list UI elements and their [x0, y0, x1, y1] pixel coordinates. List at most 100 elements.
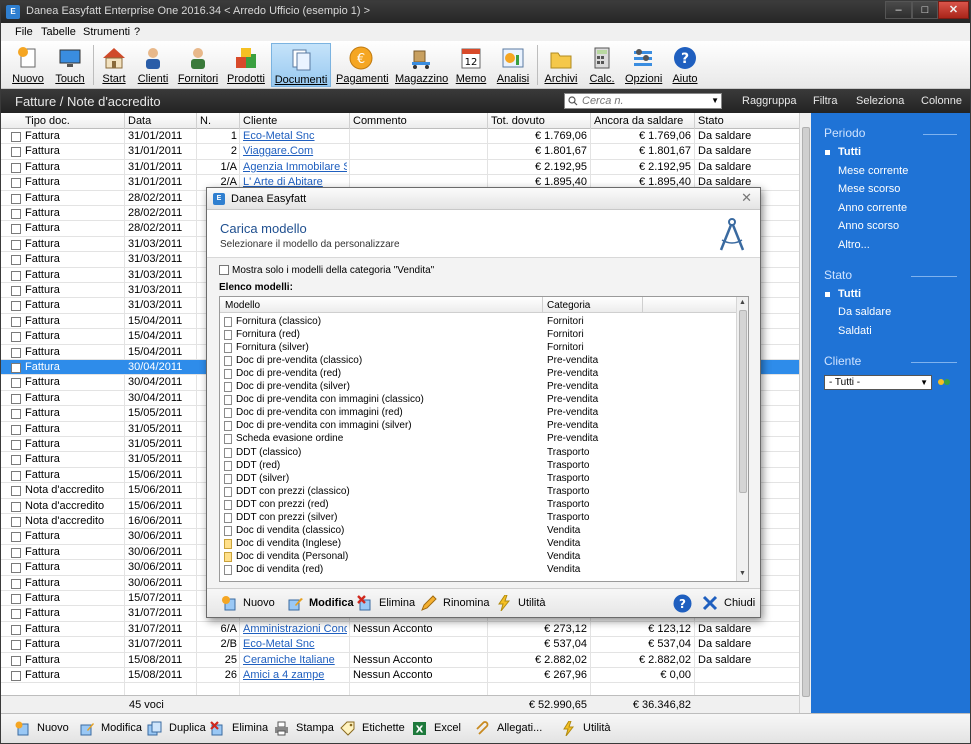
close-button[interactable]: ✕	[938, 1, 969, 19]
list-item[interactable]: DDT con prezzi (red) Trasporto	[220, 499, 736, 512]
dialog-close-icon[interactable]: ✕	[741, 190, 752, 206]
row-checkbox[interactable]	[11, 270, 21, 281]
list-item[interactable]: Doc di pre-vendita (red) Pre-vendita	[220, 368, 736, 381]
bottom-modifica-button[interactable]: Modifica	[79, 720, 143, 738]
action-filtra[interactable]: Filtra	[813, 95, 837, 107]
menu-tabelle[interactable]: Tabelle	[41, 26, 76, 38]
list-item[interactable]: Doc di pre-vendita con immagini (silver)…	[220, 420, 736, 433]
row-checkbox[interactable]	[11, 409, 21, 420]
cell-cliente[interactable]: Eco-Metal Snc	[243, 638, 347, 650]
col-data[interactable]: Data	[128, 115, 151, 127]
apply-filter-icon[interactable]	[938, 378, 950, 386]
list-item[interactable]: Doc di pre-vendita (classico) Pre-vendita	[220, 355, 736, 368]
chevron-down-icon[interactable]: ▼	[711, 96, 719, 105]
action-raggruppa[interactable]: Raggruppa	[742, 95, 796, 107]
toolbar-magazzino-button[interactable]: Magazzino	[395, 43, 448, 87]
toolbar-fornitori-button[interactable]: Fornitori	[177, 43, 219, 87]
table-row[interactable]: Fattura 15/08/2011 26 Amici a 4 zampe Nessun…	[1, 668, 799, 684]
row-checkbox[interactable]	[11, 147, 21, 158]
scroll-down-icon[interactable]: ▼	[739, 570, 746, 577]
vendita-filter-checkbox[interactable]	[219, 265, 229, 275]
toolbar-archivi-button[interactable]: Archivi	[543, 43, 579, 87]
table-row[interactable]: Fattura 31/07/2011 2/B Eco-Metal Snc € 537,0…	[1, 637, 799, 653]
row-checkbox[interactable]	[11, 193, 21, 204]
toolbar-pagamenti-button[interactable]: € Pagamenti	[336, 43, 389, 87]
col-ancora-da-saldare[interactable]: Ancora da saldare	[594, 115, 683, 127]
table-row[interactable]: Fattura 15/08/2011 25 Ceramiche Italiane Nes…	[1, 653, 799, 668]
list-item[interactable]: Doc di pre-vendita con immagini (classic…	[220, 394, 736, 407]
list-item[interactable]: DDT (red) Trasporto	[220, 460, 736, 473]
row-checkbox[interactable]	[11, 547, 21, 558]
periodo-anno-scorso[interactable]: Anno scorso	[838, 220, 899, 232]
list-item[interactable]: DDT (silver) Trasporto	[220, 473, 736, 486]
toolbar-nuovo-button[interactable]: Nuovo	[9, 43, 47, 87]
col-cliente[interactable]: Cliente	[243, 115, 277, 127]
dialog-chiudi-button[interactable]: Chiudi	[702, 595, 755, 613]
row-checkbox[interactable]	[11, 486, 21, 497]
dialog-nuovo-button[interactable]: Nuovo	[221, 595, 279, 613]
stato-tutti[interactable]: Tutti	[838, 288, 861, 300]
stato-da-saldare[interactable]: Da saldare	[838, 306, 891, 318]
dialog-elimina-button[interactable]: Elimina	[357, 595, 415, 613]
periodo-tutti[interactable]: Tutti	[838, 146, 861, 158]
scrollbar-thumb[interactable]	[739, 310, 747, 493]
dialog-modifica-button[interactable]: Modifica	[287, 595, 354, 613]
list-item[interactable]: Doc di vendita (Inglese) Vendita	[220, 538, 736, 551]
action-seleziona[interactable]: Seleziona	[856, 95, 904, 107]
row-checkbox[interactable]	[11, 255, 21, 266]
table-row[interactable]: Fattura 31/01/2011 2 Viaggare.Com € 1.801,67…	[1, 144, 799, 160]
row-checkbox[interactable]	[11, 286, 21, 296]
row-checkbox[interactable]	[11, 671, 21, 681]
row-checkbox[interactable]	[11, 332, 21, 343]
row-checkbox[interactable]	[11, 470, 21, 481]
list-item[interactable]: Doc di pre-vendita con immagini (red) Pre…	[220, 407, 736, 420]
minimize-button[interactable]: –	[885, 1, 912, 19]
toolbar-documenti-button[interactable]: Documenti	[271, 43, 331, 87]
maximize-button[interactable]: □	[912, 1, 938, 19]
row-checkbox[interactable]	[11, 501, 21, 512]
row-checkbox[interactable]	[11, 655, 21, 666]
cell-cliente[interactable]: Agenzia Immobilare Spazi	[243, 161, 347, 173]
col-numero[interactable]: N.	[200, 115, 211, 127]
list-item[interactable]: Fornitura (silver) Fornitori	[220, 342, 736, 355]
cell-cliente[interactable]: Amministrazioni Condomir	[243, 623, 347, 635]
scroll-up-icon[interactable]: ▲	[739, 299, 746, 306]
action-colonne[interactable]: Colonne	[921, 95, 962, 107]
row-checkbox[interactable]	[11, 178, 21, 189]
bottom-allegati-button[interactable]: Allegati...	[475, 720, 551, 738]
bottom-utilita-button[interactable]: Utilità	[561, 720, 617, 738]
table-row[interactable]: Fattura 31/01/2011 1 Eco-Metal Snc € 1.769,0…	[1, 129, 799, 145]
list-item[interactable]: DDT con prezzi (silver) Trasporto	[220, 512, 736, 525]
bottom-duplica-button[interactable]: Duplica	[147, 720, 207, 738]
menu-file[interactable]: File	[15, 26, 33, 38]
toolbar-memo-button[interactable]: 12 Memo	[455, 43, 487, 87]
table-row[interactable]: Fattura 31/01/2011 1/A Agenzia Immobilare S…	[1, 160, 799, 176]
cell-cliente[interactable]: Amici a 4 zampe	[243, 669, 347, 681]
models-list-scrollbar[interactable]: ▲ ▼	[736, 297, 748, 581]
col-modello[interactable]: Modello	[225, 300, 260, 311]
toolbar-start-button[interactable]: Start	[98, 43, 130, 87]
search-box[interactable]: ▼	[564, 93, 722, 109]
cell-cliente[interactable]: Ceramiche Italiane	[243, 654, 347, 666]
list-item[interactable]: Fornitura (classico) Fornitori	[220, 316, 736, 329]
stato-saldati[interactable]: Saldati	[838, 325, 872, 337]
row-checkbox[interactable]	[11, 440, 21, 450]
list-item[interactable]: Doc di vendita (red) Vendita	[220, 564, 736, 577]
row-checkbox[interactable]	[11, 424, 21, 435]
row-checkbox[interactable]	[11, 563, 21, 574]
bottom-elimina-button[interactable]: Elimina	[210, 720, 268, 738]
row-checkbox[interactable]	[11, 624, 21, 635]
col-categoria[interactable]: Categoria	[547, 300, 590, 311]
search-input[interactable]	[582, 94, 707, 108]
row-checkbox[interactable]	[11, 517, 21, 527]
bottom-nuovo-button[interactable]: Nuovo	[15, 720, 71, 738]
bottom-excel-button[interactable]: X Excel	[412, 720, 461, 738]
row-checkbox[interactable]	[11, 594, 21, 604]
list-item[interactable]: Doc di vendita (classico) Vendita	[220, 525, 736, 538]
menu-help[interactable]: ?	[134, 26, 140, 38]
row-checkbox[interactable]	[11, 640, 21, 651]
toolbar-clienti-button[interactable]: Clienti	[135, 43, 171, 87]
row-checkbox[interactable]	[11, 301, 21, 312]
list-item[interactable]: DDT con prezzi (classico) Trasporto	[220, 486, 736, 499]
toolbar-prodotti-button[interactable]: Prodotti	[225, 43, 267, 87]
